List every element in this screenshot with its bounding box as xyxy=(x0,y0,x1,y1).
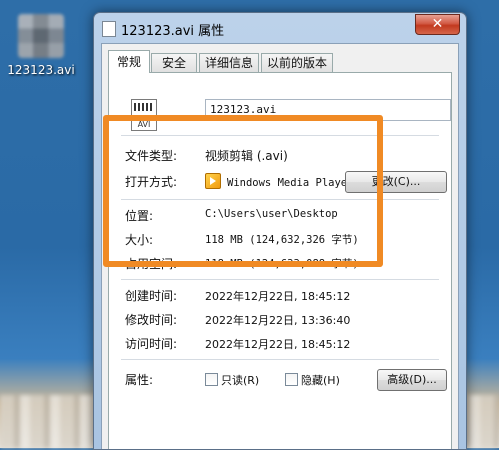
modified-label: 修改时间: xyxy=(125,313,178,327)
title-bar[interactable]: 123123.avi 属性 ✕ xyxy=(94,13,466,43)
readonly-label: 只读(R) xyxy=(221,374,260,387)
hidden-label: 隐藏(H) xyxy=(301,374,340,387)
highlight-box xyxy=(103,115,383,267)
video-thumbnail-icon xyxy=(18,14,64,58)
readonly-checkbox-box[interactable] xyxy=(205,373,218,386)
separator xyxy=(121,279,439,280)
separator xyxy=(121,359,439,360)
created-label: 创建时间: xyxy=(125,289,178,303)
accessed-value: 2022年12月22日, 18:45:12 xyxy=(205,338,351,351)
close-button[interactable]: ✕ xyxy=(415,14,460,35)
tab-security[interactable]: 安全 xyxy=(151,53,197,72)
tab-general[interactable]: 常规 xyxy=(108,50,150,73)
created-value: 2022年12月22日, 18:45:12 xyxy=(205,290,351,303)
tab-details[interactable]: 详细信息 xyxy=(199,53,259,72)
readonly-checkbox[interactable]: 只读(R) xyxy=(205,372,259,388)
window-title: 123123.avi 属性 xyxy=(121,24,225,39)
accessed-label: 访问时间: xyxy=(125,337,178,351)
tab-previous-versions[interactable]: 以前的版本 xyxy=(261,53,333,72)
hidden-checkbox-box[interactable] xyxy=(285,373,298,386)
hidden-checkbox[interactable]: 隐藏(H) xyxy=(285,372,340,388)
attributes-label: 属性: xyxy=(125,373,154,387)
document-icon xyxy=(102,21,116,37)
desktop-icon-label: 123123.avi xyxy=(7,63,75,77)
advanced-button[interactable]: 高级(D)... xyxy=(377,369,447,391)
desktop-file-icon[interactable]: 123123.avi xyxy=(6,14,76,77)
modified-value: 2022年12月22日, 13:36:40 xyxy=(205,314,351,327)
